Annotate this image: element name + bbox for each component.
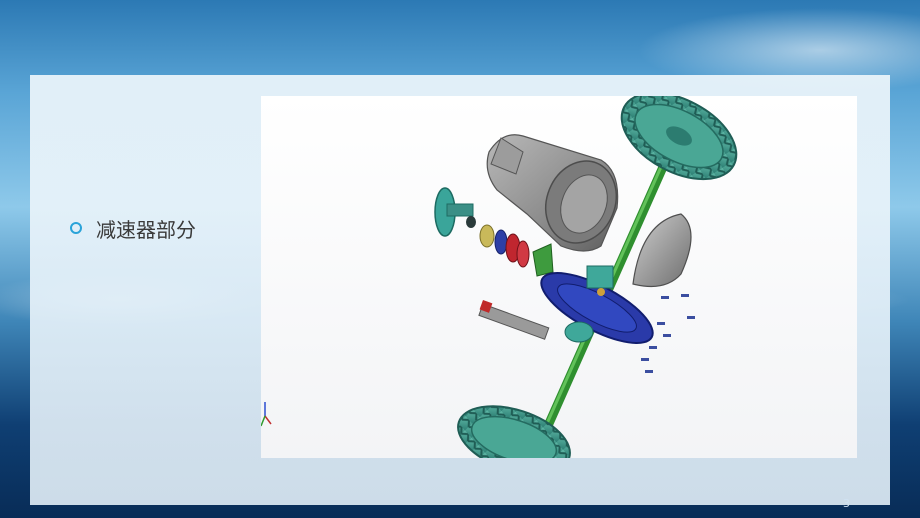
axis-triad-icon	[261, 402, 272, 427]
reducer-assembly-drawing	[261, 96, 738, 458]
input-flange	[434, 187, 476, 237]
output-shaft	[478, 300, 550, 340]
cad-exploded-view	[261, 96, 857, 458]
bullet-icon	[70, 222, 82, 234]
pinion-gears	[479, 224, 554, 277]
slide-heading: 减速器部分	[96, 218, 196, 242]
top-wheel	[620, 96, 738, 181]
gearbox-housing	[486, 134, 619, 252]
page-number: 3	[843, 497, 850, 510]
